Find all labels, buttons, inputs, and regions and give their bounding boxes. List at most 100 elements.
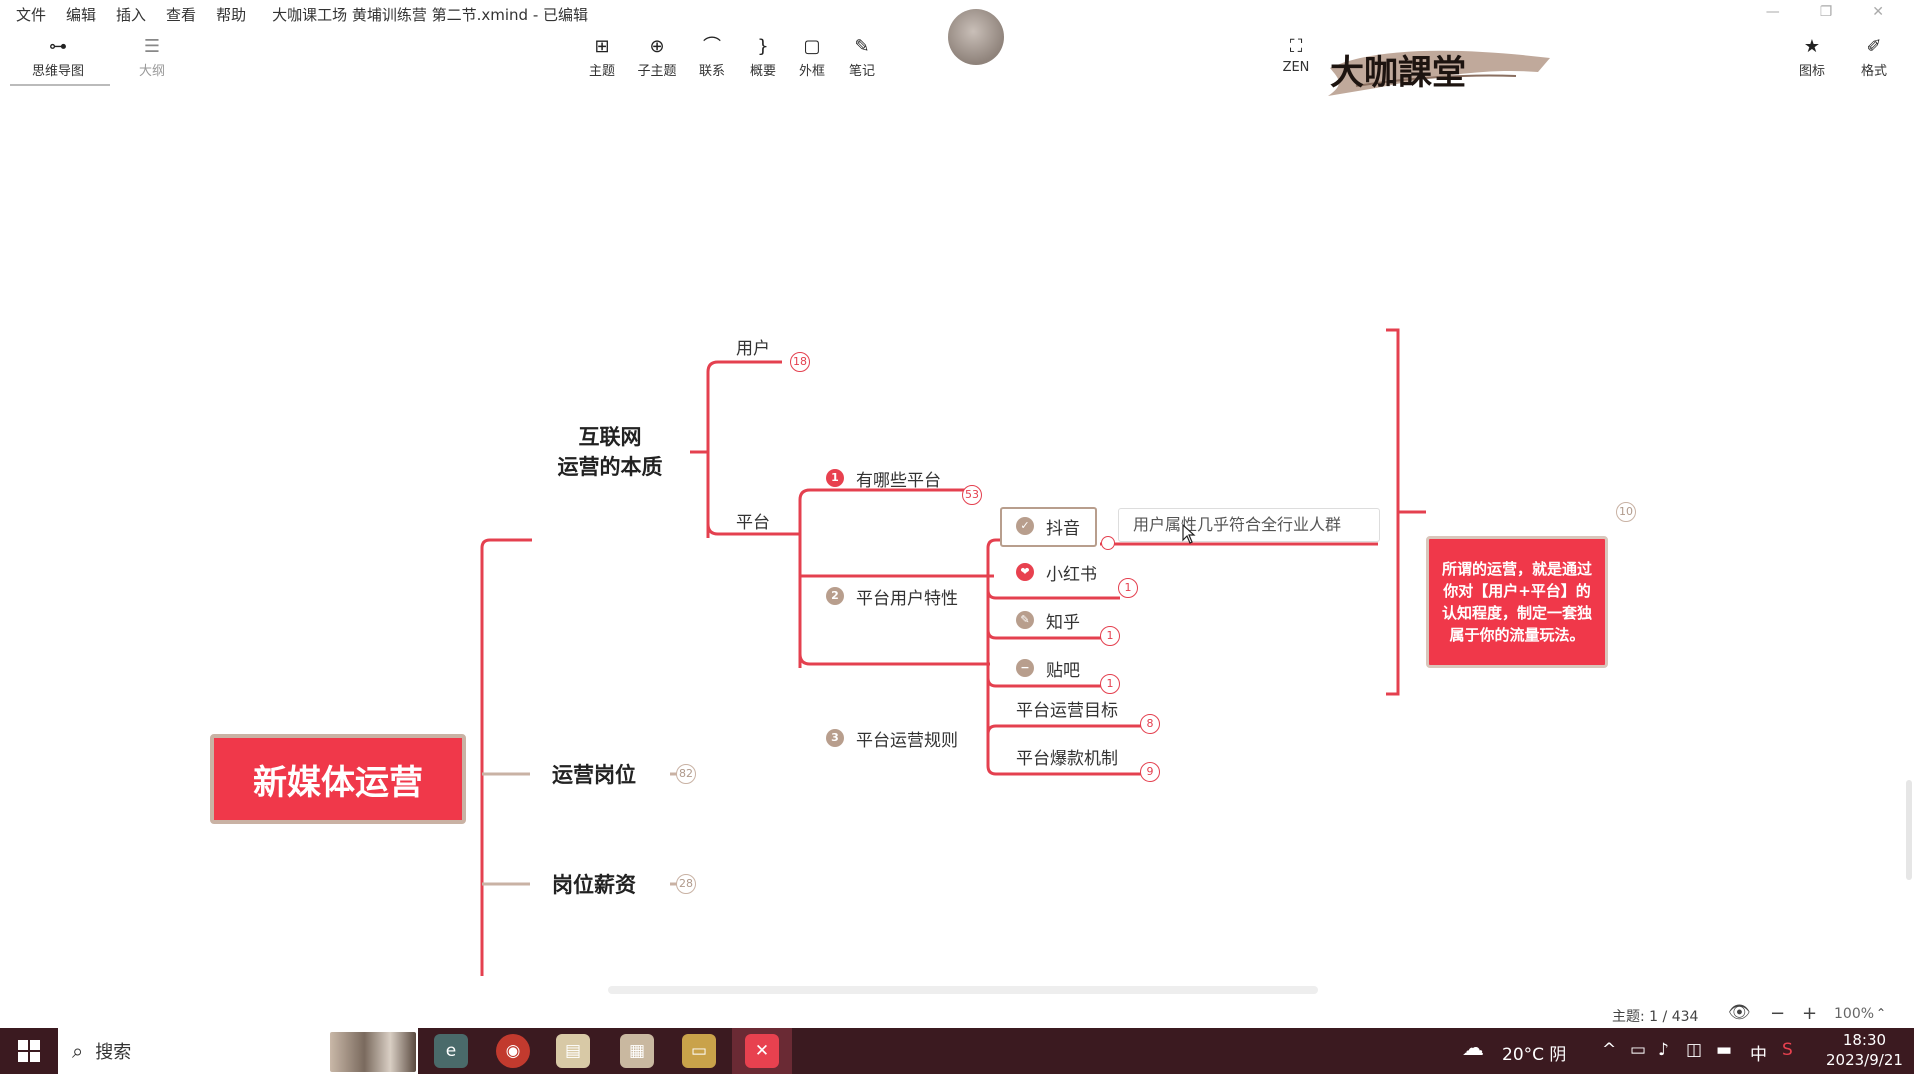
zen-label: ZEN (1282, 60, 1310, 75)
chrome-icon[interactable]: ◉ (496, 1034, 530, 1068)
star-icon: ★ (1803, 36, 1821, 57)
window-controls: — ❐ ✕ (1766, 4, 1884, 20)
topic-which-platforms[interactable]: 有哪些平台 (856, 466, 941, 491)
summary-callout[interactable]: 所谓的运营，就是通过你对【用户+平台】的认知程度，制定一套独属于你的流量玩法。 (1426, 536, 1608, 668)
document-app-icon[interactable]: ▦ (620, 1034, 654, 1068)
collapsed-count-positions[interactable]: 82 (676, 764, 696, 784)
sogou-ime-icon[interactable]: S (1782, 1040, 1793, 1060)
eye-icon[interactable]: 👁 (1728, 1002, 1751, 1023)
boundary-label: 外框 (798, 64, 825, 79)
priority-1-icon: 1 (826, 469, 844, 487)
mindmap-icon: ⊶ (49, 36, 67, 57)
topic-platform[interactable]: 平台 (736, 508, 770, 533)
outline-view-button[interactable]: ☰ 大纲 (124, 34, 180, 79)
relationship-label: 联系 (698, 64, 725, 79)
collapsed-count-salary[interactable]: 28 (676, 874, 696, 894)
vertical-scrollbar[interactable] (1906, 780, 1912, 880)
collapsed-count-xiaohongshu[interactable]: 1 (1118, 578, 1138, 598)
collapsed-count-which-platforms[interactable]: 53 (962, 485, 982, 505)
topic-user-traits[interactable]: 平台用户特性 (856, 584, 958, 609)
topic-users[interactable]: 用户 (736, 334, 770, 359)
collapse-toggle[interactable] (1101, 536, 1115, 550)
topic-ops-rules[interactable]: 平台运营规则 (856, 726, 958, 751)
format-panel-button[interactable]: ✐ 格式 (1846, 34, 1902, 79)
topic-xiaohongshu[interactable]: 小红书 (1046, 560, 1097, 585)
icon-panel-button[interactable]: ★ 图标 (1784, 34, 1840, 79)
topic-label: 主题 (588, 64, 615, 79)
xmind-taskbar-active[interactable]: ✕ (732, 1028, 792, 1074)
format-panel-label: 格式 (1860, 64, 1887, 79)
boundary-button[interactable]: ▢ 外框 (784, 34, 840, 79)
minimize-button[interactable]: — (1766, 4, 1780, 20)
avatar[interactable] (948, 9, 1004, 65)
zoom-out-button[interactable]: − (1770, 1003, 1785, 1024)
summary-label: 概要 (749, 64, 776, 79)
check-icon: ✓ (1016, 517, 1034, 535)
start-button[interactable] (0, 1028, 58, 1074)
priority-2-icon: 2 (826, 587, 844, 605)
note-button[interactable]: ✎ 笔记 (834, 34, 890, 79)
collapsed-count-summary[interactable]: 10 (1616, 502, 1636, 522)
clock-date: 2023/9/21 (1826, 1051, 1903, 1069)
topic-viral-mechanism[interactable]: 平台爆款机制 (1016, 744, 1118, 769)
xmind-icon: ✕ (745, 1034, 779, 1068)
clock-time: 18:30 (1842, 1031, 1887, 1049)
zoom-stepper-icon[interactable]: ⌃ (1876, 1006, 1886, 1020)
central-topic[interactable]: 新媒体运营 (210, 734, 466, 824)
chevron-up-icon[interactable]: ^ (1602, 1040, 1616, 1060)
topic-douyin[interactable]: 抖音 (1046, 514, 1080, 539)
collapsed-count-zhihu[interactable]: 1 (1100, 626, 1120, 646)
branch-internet-line1: 互联网 (578, 425, 642, 449)
battery-icon[interactable]: ▬ (1716, 1040, 1732, 1060)
menu-edit[interactable]: 编辑 (66, 4, 96, 25)
subtopic-button[interactable]: ⊕ 子主题 (629, 34, 685, 79)
branch-internet-essence[interactable]: 互联网 运营的本质 (548, 422, 672, 482)
mouse-cursor-icon (1182, 524, 1196, 544)
collapsed-count-ops-goal[interactable]: 8 (1140, 714, 1160, 734)
topic-button[interactable]: ⊞ 主题 (574, 34, 630, 79)
connection-lines (480, 328, 1426, 976)
topic-tieba[interactable]: 贴吧 (1046, 656, 1080, 681)
network-icon[interactable]: ▭ (1630, 1040, 1646, 1060)
volume-icon[interactable]: ♪ (1658, 1040, 1669, 1060)
topic-zhihu[interactable]: 知乎 (1046, 608, 1080, 633)
minus-icon: − (1016, 659, 1034, 677)
summary-button[interactable]: } 概要 (735, 34, 791, 79)
summary-icon: } (757, 36, 769, 57)
zoom-in-button[interactable]: + (1802, 1003, 1817, 1024)
collapsed-count-viral[interactable]: 9 (1140, 762, 1160, 782)
collapsed-count-tieba[interactable]: 1 (1100, 674, 1120, 694)
search-icon: ⌕ (72, 1039, 84, 1063)
brand-logo-text: 大咖課堂 (1330, 53, 1466, 93)
weather-text[interactable]: 20°C 阴 (1502, 1040, 1566, 1065)
note-icon: ✎ (854, 36, 870, 57)
topic-douyin-note[interactable]: 用户属性几乎符合全行业人群 (1118, 508, 1380, 542)
file-explorer-icon[interactable]: ▭ (682, 1034, 716, 1068)
close-button[interactable]: ✕ (1872, 4, 1884, 20)
edge-beta-icon[interactable]: e (434, 1034, 468, 1068)
mindmap-canvas[interactable]: 新媒体运营 互联网 运营的本质 用户 18 平台 1 有哪些平台 53 2 平台… (0, 88, 1914, 1000)
boundary-icon: ▢ (803, 36, 821, 57)
branch-ops-positions[interactable]: 运营岗位 (552, 760, 636, 790)
branch-internet-line2: 运营的本质 (557, 455, 663, 479)
maximize-button[interactable]: ❐ (1820, 4, 1833, 20)
outline-view-label: 大纲 (138, 64, 165, 79)
collapsed-count-users[interactable]: 18 (790, 352, 810, 372)
menu-file[interactable]: 文件 (16, 4, 46, 25)
zoom-level[interactable]: 100% (1834, 1006, 1874, 1022)
branch-salary[interactable]: 岗位薪资 (552, 870, 636, 900)
mindmap-view-button[interactable]: ⊶ 思维导图 (30, 34, 86, 79)
taskbar-clock[interactable]: 18:30 2023/9/21 (1826, 1030, 1903, 1070)
topic-ops-goal[interactable]: 平台运营目标 (1016, 696, 1118, 721)
heart-icon: ❤ (1016, 563, 1034, 581)
menu-help[interactable]: 帮助 (216, 4, 246, 25)
menu-view[interactable]: 查看 (166, 4, 196, 25)
notes-app-icon[interactable]: ▤ (556, 1034, 590, 1068)
horizontal-scrollbar[interactable] (608, 986, 1318, 994)
menu-insert[interactable]: 插入 (116, 4, 146, 25)
document-title: 大咖课工场 黄埔训练营 第二节.xmind - 已编辑 (272, 5, 589, 24)
active-view-indicator (10, 84, 110, 86)
notification-icon[interactable]: ◫ (1686, 1040, 1702, 1060)
ime-indicator[interactable]: 中 (1750, 1040, 1767, 1065)
relationship-button[interactable]: ⌒ 联系 (684, 34, 740, 79)
